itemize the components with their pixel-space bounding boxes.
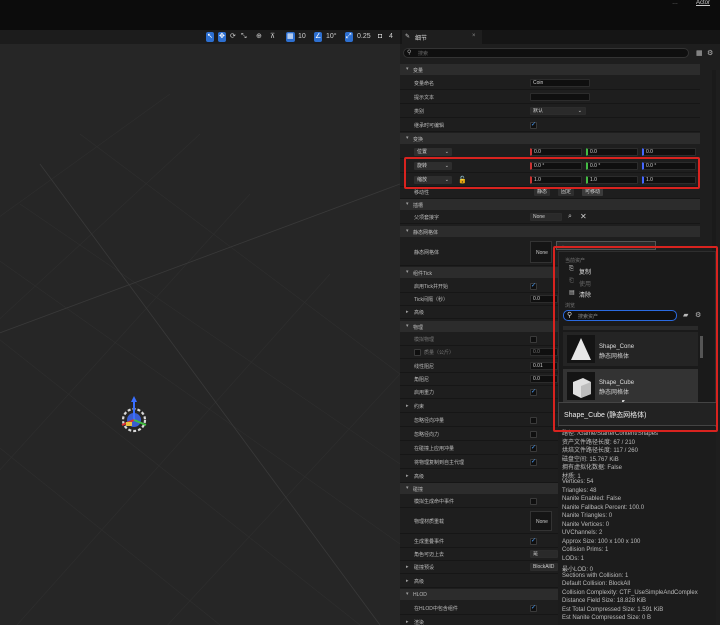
tab-label: 细节	[415, 36, 428, 42]
chevron-down-icon: ⌄	[577, 108, 582, 114]
tooltip-detail-line: Collision Complexity: CTF_UseSimpleAndCo…	[562, 589, 698, 596]
parent-socket-value[interactable]: None	[530, 213, 562, 221]
char-step-dropdown[interactable]: 是	[530, 550, 558, 558]
tooltip-detail-line: Triangles: 48	[562, 487, 597, 494]
world-space-icon[interactable]: ⊕	[256, 32, 262, 42]
scale-snap-icon[interactable]: ⤢	[345, 32, 353, 42]
camera-speed-icon[interactable]: ◘	[378, 32, 382, 42]
panel-tab-bar: ✎ 细节 ×	[400, 30, 720, 44]
tooltip-detail-line: Est Nanite Compressed Size: 0 B	[562, 615, 652, 621]
tooltip-input[interactable]	[530, 93, 590, 101]
clear-icon[interactable]: ✕	[580, 212, 587, 221]
mobility-static[interactable]: 静态	[534, 188, 551, 196]
scale-tool-icon[interactable]: ⤡	[241, 32, 247, 42]
row-tooltip: 提示文本	[400, 91, 700, 104]
surface-snap-icon[interactable]: ⊼	[270, 32, 275, 42]
row-variable-name: 变量命名 Coin	[400, 77, 700, 90]
mobility-stationary[interactable]: 固定	[558, 188, 575, 196]
section-static-mesh[interactable]: ▾ 静态网格体	[400, 226, 700, 237]
row-editable: 继承时可编辑 ✓	[400, 119, 700, 132]
tooltip-detail-line: LODs: 1	[562, 555, 585, 562]
select-mode-icon[interactable]: ↖	[206, 32, 214, 42]
apply-impulse-checkbox[interactable]: ✓	[530, 445, 537, 452]
transform-gizmo[interactable]	[112, 392, 158, 442]
rotate-tool-icon[interactable]: ⟳	[230, 32, 236, 42]
tooltip-detail-line: Est Total Compressed Size: 1.591 KiB	[562, 606, 664, 613]
tooltip-detail-line: Nanite Enabled: False	[562, 496, 622, 502]
hlod-include-checkbox[interactable]: ✓	[530, 605, 537, 612]
tab-details[interactable]: ✎ 细节 ×	[402, 30, 482, 44]
gen-overlap-checkbox[interactable]: ✓	[530, 538, 537, 545]
mesh-thumbnail[interactable]: None	[530, 241, 552, 263]
tooltip-detail-line: Distance Field Size: 18.828 KiB	[562, 598, 647, 604]
gravity-checkbox[interactable]: ✓	[530, 389, 537, 396]
actor-link[interactable]: Actor	[696, 0, 710, 6]
camera-speed-value[interactable]: 4	[389, 32, 393, 42]
tooltip-detail-line: UVChannels: 2	[562, 530, 603, 536]
tooltip-detail-line: Sections with Collision: 1	[562, 572, 629, 579]
phys-material-thumbnail[interactable]: None	[530, 511, 552, 531]
row-parent-socket: 父项套接字 None ⌕ ✕	[400, 211, 700, 224]
hit-events-checkbox[interactable]	[530, 498, 537, 505]
scale-snap-value[interactable]: 0.25	[357, 32, 371, 42]
collision-preset-dropdown[interactable]: BlockAllD	[530, 563, 558, 571]
row-category: 类别 默认 ⌄	[400, 105, 700, 118]
mass-override-checkbox[interactable]	[414, 349, 421, 356]
settings-icon[interactable]: ⚙	[707, 49, 713, 57]
rotation-scale-highlight	[404, 157, 700, 189]
details-search-input[interactable]: ⚲ 搜索	[403, 48, 689, 58]
move-tool-icon[interactable]: ✥	[218, 32, 226, 42]
chevron-down-icon: ⌄	[444, 149, 449, 155]
location-z[interactable]: 0.0	[642, 148, 696, 156]
table-view-icon[interactable]: ▦	[696, 49, 703, 57]
variable-name-input[interactable]: Coin	[530, 79, 590, 87]
location-x[interactable]: 0.0	[530, 148, 582, 156]
viewport-grid	[0, 93, 400, 625]
tooltip-detail-line: Approx Size: 100 x 100 x 100	[562, 538, 641, 545]
level-viewport[interactable]: ↖ ✥ ⟳ ⤡ ⊕ ⊼ ▦ 10 ∠ 10° ⤢ 0.25 ◘ 4	[0, 30, 400, 625]
tick-start-checkbox[interactable]: ✓	[530, 283, 537, 290]
replicate-checkbox[interactable]: ✓	[530, 459, 537, 466]
grid-snap-value[interactable]: 10	[298, 32, 306, 42]
tooltip-detail-line: Vertices: 54	[562, 479, 594, 485]
simulate-checkbox[interactable]	[530, 336, 537, 343]
section-transform[interactable]: ▾ 变换	[400, 133, 700, 144]
top-bar: … Actor	[0, 0, 720, 30]
browse-icon[interactable]: ⌕	[568, 213, 572, 221]
section-socket[interactable]: ▾ 插槽	[400, 199, 700, 210]
editable-checkbox[interactable]: ✓	[530, 122, 537, 129]
rotation-snap-value[interactable]: 10°	[326, 32, 337, 42]
tooltip-detail-line: Collision Prims: 1	[562, 547, 609, 553]
asset-picker-highlight	[553, 246, 718, 432]
editor-window: … Actor ↖ ✥ ⟳ ⤡ ⊕ ⊼ ▦ 10 ∠ 10° ⤢ 0.25 ◘ …	[0, 0, 720, 625]
grid-snap-icon[interactable]: ▦	[286, 32, 295, 42]
tooltip-detail-line: Nanite Vertices: 0	[562, 521, 610, 528]
tooltip-detail-line: Nanite Fallback Percent: 100.0	[562, 504, 645, 511]
mobility-movable[interactable]: 可移动	[582, 188, 604, 196]
close-icon[interactable]: ×	[472, 33, 476, 39]
location-dropdown[interactable]: 位置 ⌄	[414, 148, 452, 156]
tooltip-detail-line: Default Collision: BlockAll	[562, 581, 631, 587]
category-dropdown[interactable]: 默认 ⌄	[530, 107, 586, 115]
tooltip-detail-line: Nanite Triangles: 0	[562, 513, 613, 519]
location-y[interactable]: 0.0	[586, 148, 638, 156]
viewport-toolbar: ↖ ✥ ⟳ ⤡ ⊕ ⊼ ▦ 10 ∠ 10° ⤢ 0.25 ◘ 4	[0, 30, 400, 44]
search-placeholder: 搜索	[418, 51, 429, 57]
asset-tooltip-details: 路径: /Game/StarterContent/Shapes 资产文件路径长度:…	[558, 427, 716, 625]
section-variable[interactable]: ▾ 变量	[400, 64, 700, 75]
top-bar-text: …	[672, 0, 678, 6]
ignore-radial-force-checkbox[interactable]	[530, 431, 537, 438]
ignore-radial-impulse-checkbox[interactable]	[530, 417, 537, 424]
search-icon: ⚲	[407, 50, 412, 56]
rotation-snap-icon[interactable]: ∠	[314, 32, 323, 42]
details-tab-icon: ✎	[405, 34, 411, 40]
